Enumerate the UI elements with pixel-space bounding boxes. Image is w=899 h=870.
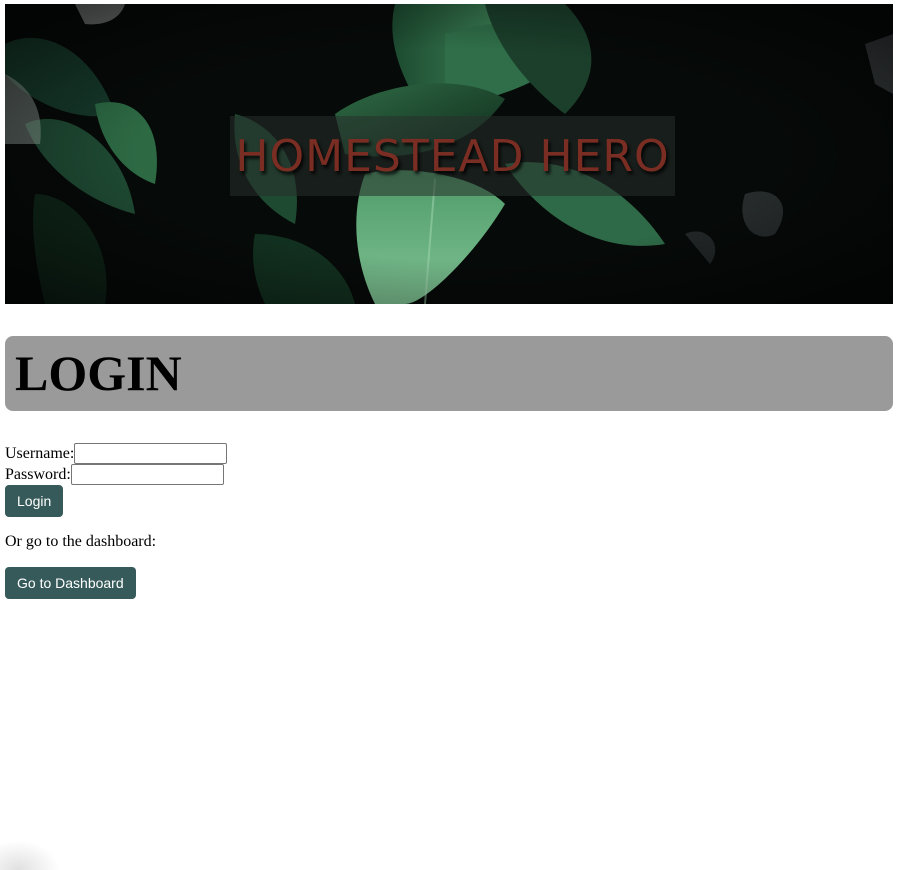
password-row: Password: (5, 464, 227, 485)
dashboard-prompt: Or go to the dashboard: (5, 533, 157, 550)
username-label: Username: (5, 444, 75, 462)
password-label: Password: (5, 465, 71, 483)
corner-shadow (0, 840, 60, 870)
login-header: LOGIN (5, 336, 893, 411)
go-to-dashboard-button[interactable]: Go to Dashboard (5, 567, 136, 599)
username-row: Username: (5, 443, 228, 464)
page-title: LOGIN (15, 345, 182, 401)
login-form: Username: Password: (5, 443, 228, 485)
password-input[interactable] (70, 464, 224, 485)
username-input[interactable] (74, 443, 228, 464)
banner: HOMESTEAD HERO (5, 4, 893, 304)
site-title: HOMESTEAD HERO (235, 131, 670, 182)
login-button[interactable]: Login (5, 485, 64, 517)
